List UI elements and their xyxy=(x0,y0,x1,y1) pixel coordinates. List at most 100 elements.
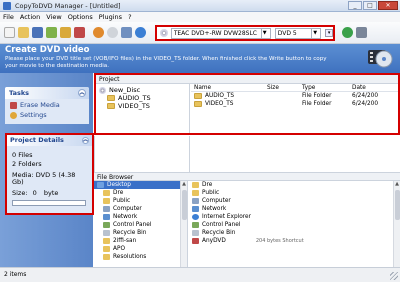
menu-help[interactable]: ? xyxy=(128,13,131,21)
resize-grip-icon[interactable] xyxy=(390,272,398,280)
chevron-down-icon[interactable]: ▼ xyxy=(260,28,268,38)
settings-task[interactable]: Settings xyxy=(5,111,89,121)
list-item-label: Recycle Bin xyxy=(202,230,236,236)
list-item-label: AnyDVD xyxy=(202,238,226,244)
list-item[interactable]: Public xyxy=(189,189,400,197)
folder-icon xyxy=(194,101,202,107)
eject-icon[interactable] xyxy=(356,27,367,38)
add-file-icon[interactable] xyxy=(46,27,57,38)
menu-plugins[interactable]: Plugins xyxy=(99,13,122,21)
tree-item-label: Network xyxy=(113,214,138,220)
dropdown-extra-icon[interactable]: ▾ xyxy=(325,29,333,37)
project-details-header[interactable]: Project Details ︽ xyxy=(7,135,92,146)
tree-item-new-disc[interactable]: New_Disc xyxy=(99,86,186,94)
tree-item-2iffi-san[interactable]: 2iffi-san xyxy=(94,237,187,245)
tree-item-label: Dre xyxy=(113,190,124,196)
list-item-label: Computer xyxy=(202,198,231,204)
scroll-up-icon[interactable]: ▲ xyxy=(181,181,187,188)
settings-icon xyxy=(10,111,17,119)
erase-icon xyxy=(10,101,17,109)
page-header: Create DVD video Please place your DVD t… xyxy=(0,44,400,73)
project-tree: New_Disc AUDIO_TS VIDEO_TS xyxy=(96,84,190,133)
tree-item-resolutions[interactable]: Resolutions xyxy=(94,253,187,261)
table-row[interactable]: AUDIO_TS File Folder 6/24/200 xyxy=(191,92,398,100)
list-item[interactable]: Network xyxy=(189,205,400,213)
minimize-button[interactable]: _ xyxy=(348,1,362,10)
list-item[interactable]: Dre xyxy=(189,181,400,189)
settings-label: Settings xyxy=(20,111,47,119)
tree-item-control-panel[interactable]: Control Panel xyxy=(94,221,187,229)
tree-item-audio-ts[interactable]: AUDIO_TS xyxy=(99,94,186,102)
column-type[interactable]: Type xyxy=(302,84,352,91)
new-icon[interactable] xyxy=(4,27,15,38)
list-item[interactable]: AnyDVD 204 bytes Shortcut xyxy=(189,237,400,245)
tree-item-video-ts[interactable]: VIDEO_TS xyxy=(99,102,186,110)
drive-select[interactable]: TEAC DVD+-RW DVW28SLC (D) ▼ xyxy=(170,27,271,39)
tree-item-public[interactable]: Public xyxy=(94,197,187,205)
tree-item-label: Control Panel xyxy=(113,222,152,228)
network-icon xyxy=(192,206,199,212)
menu-action[interactable]: Action xyxy=(20,13,40,21)
settings-icon[interactable] xyxy=(121,27,132,38)
list-item[interactable]: Recycle Bin xyxy=(189,229,400,237)
row-size xyxy=(267,100,302,108)
help-icon[interactable] xyxy=(135,27,146,38)
scroll-thumb[interactable] xyxy=(182,190,187,220)
tree-item-dre[interactable]: Dre xyxy=(94,189,187,197)
list-item[interactable]: Computer xyxy=(189,197,400,205)
size-value: 0 xyxy=(32,189,37,197)
add-folder-icon[interactable] xyxy=(60,27,71,38)
menu-options[interactable]: Options xyxy=(68,13,93,21)
toolbar: TEAC DVD+-RW DVW28SLC (D) ▼ DVD 5 ▼ ▾ xyxy=(0,22,400,44)
window-title: CopyToDVD Manager - [Untitled] xyxy=(15,1,121,10)
drive-selector-group: TEAC DVD+-RW DVW28SLC (D) ▼ DVD 5 ▼ ▾ xyxy=(155,25,335,41)
computer-icon xyxy=(103,206,110,212)
user-folder-icon xyxy=(192,182,199,188)
disc-icon xyxy=(160,29,168,37)
tree-item-recycle-bin[interactable]: Recycle Bin xyxy=(94,229,187,237)
tree-item-network[interactable]: Network xyxy=(94,213,187,221)
menu-view[interactable]: View xyxy=(46,13,61,21)
list-item[interactable]: Internet Explorer xyxy=(189,213,400,221)
file-browser-list: Dre Public Computer Network Internet Exp… xyxy=(189,181,400,267)
list-item-label: Network xyxy=(202,206,227,212)
user-folder-icon xyxy=(103,190,110,196)
menu-file[interactable]: File xyxy=(3,13,14,21)
folder-icon xyxy=(103,238,110,244)
erase-icon[interactable] xyxy=(107,27,118,38)
table-row[interactable]: VIDEO_TS File Folder 6/24/200 xyxy=(191,100,398,108)
remove-icon[interactable] xyxy=(74,27,85,38)
tasks-header[interactable]: Tasks ︽ xyxy=(5,87,89,99)
maximize-button[interactable]: □ xyxy=(363,1,377,10)
chevron-down-icon[interactable]: ▼ xyxy=(311,28,318,38)
file-browser-tree: Desktop Dre Public Computer Network Cont… xyxy=(94,181,188,267)
list-item[interactable]: Control Panel xyxy=(189,221,400,229)
column-name[interactable]: Name xyxy=(191,84,267,91)
tree-item-apo[interactable]: APO xyxy=(94,245,187,253)
column-size[interactable]: Size xyxy=(267,84,302,91)
window-controls: _ □ ✕ xyxy=(348,1,398,10)
anydvd-icon xyxy=(192,238,199,244)
page-title: Create DVD video xyxy=(5,45,90,55)
list-scrollbar[interactable]: ▲ xyxy=(393,181,400,267)
erase-media-label: Erase Media xyxy=(20,101,60,109)
refresh-icon[interactable] xyxy=(342,27,353,38)
erase-media-task[interactable]: Erase Media xyxy=(5,99,89,111)
save-icon[interactable] xyxy=(32,27,43,38)
collapse-icon[interactable]: ︽ xyxy=(82,137,89,144)
scroll-up-icon[interactable]: ▲ xyxy=(394,181,400,188)
scroll-thumb[interactable] xyxy=(395,190,400,220)
tree-item-computer[interactable]: Computer xyxy=(94,205,187,213)
collapse-icon[interactable]: ︽ xyxy=(78,89,86,97)
media-info: Media: DVD 5 (4.38 Gb) xyxy=(12,171,76,186)
tree-scrollbar[interactable]: ▲ xyxy=(180,181,187,267)
open-icon[interactable] xyxy=(18,27,29,38)
tree-item-label: APO xyxy=(113,246,126,252)
row-size xyxy=(267,92,302,100)
recycle-bin-icon xyxy=(192,230,199,236)
burn-icon[interactable] xyxy=(93,27,104,38)
tree-item-desktop[interactable]: Desktop xyxy=(94,181,187,189)
media-select[interactable]: DVD 5 ▼ xyxy=(274,27,322,39)
close-button[interactable]: ✕ xyxy=(378,1,398,10)
column-date[interactable]: Date xyxy=(352,84,392,91)
